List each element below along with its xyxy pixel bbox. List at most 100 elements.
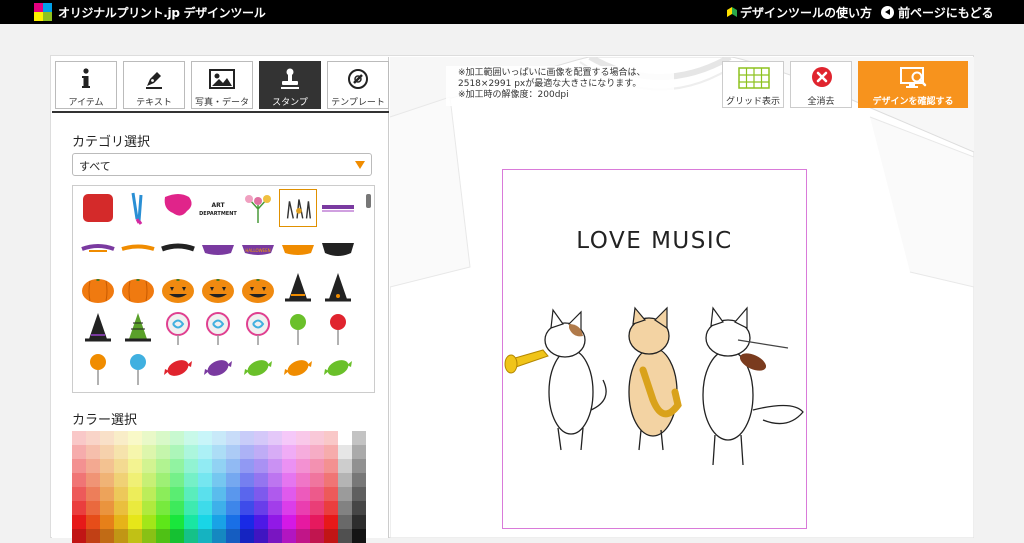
color-swatch[interactable] — [296, 431, 310, 445]
color-swatch[interactable] — [198, 473, 212, 487]
color-swatch[interactable] — [324, 431, 338, 445]
color-swatch[interactable] — [100, 431, 114, 445]
color-swatch[interactable] — [156, 515, 170, 529]
color-swatch[interactable] — [128, 473, 142, 487]
color-swatch[interactable] — [338, 529, 352, 543]
stamp-item-candy-purple[interactable] — [199, 349, 237, 387]
color-swatch[interactable] — [156, 473, 170, 487]
color-swatch[interactable] — [240, 487, 254, 501]
color-swatch[interactable] — [100, 501, 114, 515]
color-swatch[interactable] — [254, 459, 268, 473]
stamp-item-pink-splash[interactable] — [159, 189, 197, 227]
stamp-item-red-square[interactable] — [79, 189, 117, 227]
stamp-item-lollipop-swirl[interactable] — [199, 309, 237, 347]
stamp-grid-scrollbar[interactable] — [366, 194, 371, 208]
color-swatch[interactable] — [142, 501, 156, 515]
color-swatch[interactable] — [114, 459, 128, 473]
color-swatch[interactable] — [268, 473, 282, 487]
color-swatch[interactable] — [128, 459, 142, 473]
color-swatch[interactable] — [254, 431, 268, 445]
color-swatch[interactable] — [268, 459, 282, 473]
color-swatch[interactable] — [268, 515, 282, 529]
color-swatch[interactable] — [86, 445, 100, 459]
color-swatch[interactable] — [310, 459, 324, 473]
color-swatch[interactable] — [128, 501, 142, 515]
color-swatch[interactable] — [184, 529, 198, 543]
color-swatch[interactable] — [170, 445, 184, 459]
color-swatch[interactable] — [156, 431, 170, 445]
color-swatch[interactable] — [114, 515, 128, 529]
color-swatch[interactable] — [324, 445, 338, 459]
color-swatch[interactable] — [352, 515, 366, 529]
stamp-item-black-banner[interactable] — [319, 229, 357, 267]
color-swatch[interactable] — [324, 473, 338, 487]
color-swatch[interactable] — [254, 487, 268, 501]
color-swatch[interactable] — [142, 445, 156, 459]
cat-band-illustration[interactable] — [503, 300, 807, 470]
stamp-item-lollipop-green[interactable] — [279, 309, 317, 347]
color-swatch[interactable] — [240, 529, 254, 543]
color-swatch[interactable] — [212, 445, 226, 459]
color-swatch[interactable] — [296, 473, 310, 487]
color-swatch[interactable] — [86, 459, 100, 473]
tab-stamp[interactable]: スタンプ — [259, 61, 321, 109]
color-swatch[interactable] — [170, 431, 184, 445]
color-swatch[interactable] — [72, 487, 86, 501]
color-swatch[interactable] — [226, 501, 240, 515]
back-link[interactable]: 前ページにもどる — [881, 4, 994, 21]
color-swatch[interactable] — [226, 431, 240, 445]
color-swatch[interactable] — [254, 445, 268, 459]
stamp-item-orange-banner[interactable] — [279, 229, 317, 267]
color-swatch[interactable] — [184, 459, 198, 473]
color-swatch[interactable] — [128, 431, 142, 445]
color-swatch[interactable] — [198, 431, 212, 445]
color-swatch[interactable] — [114, 445, 128, 459]
color-swatch[interactable] — [310, 487, 324, 501]
color-swatch[interactable] — [310, 529, 324, 543]
color-swatch[interactable] — [86, 473, 100, 487]
stamp-item-pumpkin[interactable] — [119, 269, 157, 307]
color-swatch[interactable] — [296, 487, 310, 501]
stamp-item-purple-ribbon[interactable] — [319, 189, 357, 227]
color-swatch[interactable] — [226, 515, 240, 529]
color-swatch[interactable] — [170, 515, 184, 529]
color-swatch[interactable] — [352, 529, 366, 543]
color-swatch[interactable] — [240, 459, 254, 473]
color-swatch[interactable] — [296, 515, 310, 529]
color-swatch[interactable] — [240, 515, 254, 529]
color-swatch[interactable] — [72, 501, 86, 515]
stamp-item-flower-bouquet[interactable] — [239, 189, 277, 227]
color-swatch[interactable] — [128, 487, 142, 501]
stamp-item-orange-ribbon[interactable] — [119, 229, 157, 267]
color-swatch[interactable] — [282, 487, 296, 501]
color-swatch[interactable] — [352, 501, 366, 515]
stamp-item-lollipop-swirl[interactable] — [239, 309, 277, 347]
color-swatch[interactable] — [184, 487, 198, 501]
tab-text[interactable]: テキスト — [123, 61, 185, 109]
color-swatch[interactable] — [184, 445, 198, 459]
color-swatch[interactable] — [254, 515, 268, 529]
color-swatch[interactable] — [338, 459, 352, 473]
color-swatch[interactable] — [352, 431, 366, 445]
color-swatch[interactable] — [170, 459, 184, 473]
stamp-item-candy-red[interactable] — [159, 349, 197, 387]
color-swatch[interactable] — [156, 487, 170, 501]
color-swatch[interactable] — [324, 501, 338, 515]
color-swatch[interactable] — [198, 459, 212, 473]
color-swatch[interactable] — [114, 431, 128, 445]
color-swatch[interactable] — [156, 459, 170, 473]
color-swatch[interactable] — [268, 487, 282, 501]
color-swatch[interactable] — [324, 529, 338, 543]
color-swatch[interactable] — [268, 501, 282, 515]
color-swatch[interactable] — [100, 515, 114, 529]
color-swatch[interactable] — [338, 487, 352, 501]
color-swatch[interactable] — [226, 473, 240, 487]
color-swatch[interactable] — [72, 473, 86, 487]
color-swatch[interactable] — [156, 529, 170, 543]
color-swatch[interactable] — [72, 515, 86, 529]
color-swatch[interactable] — [184, 431, 198, 445]
stamp-item-witch-hat-black[interactable] — [319, 269, 357, 307]
color-swatch[interactable] — [282, 459, 296, 473]
color-swatch[interactable] — [114, 487, 128, 501]
color-swatch[interactable] — [72, 431, 86, 445]
